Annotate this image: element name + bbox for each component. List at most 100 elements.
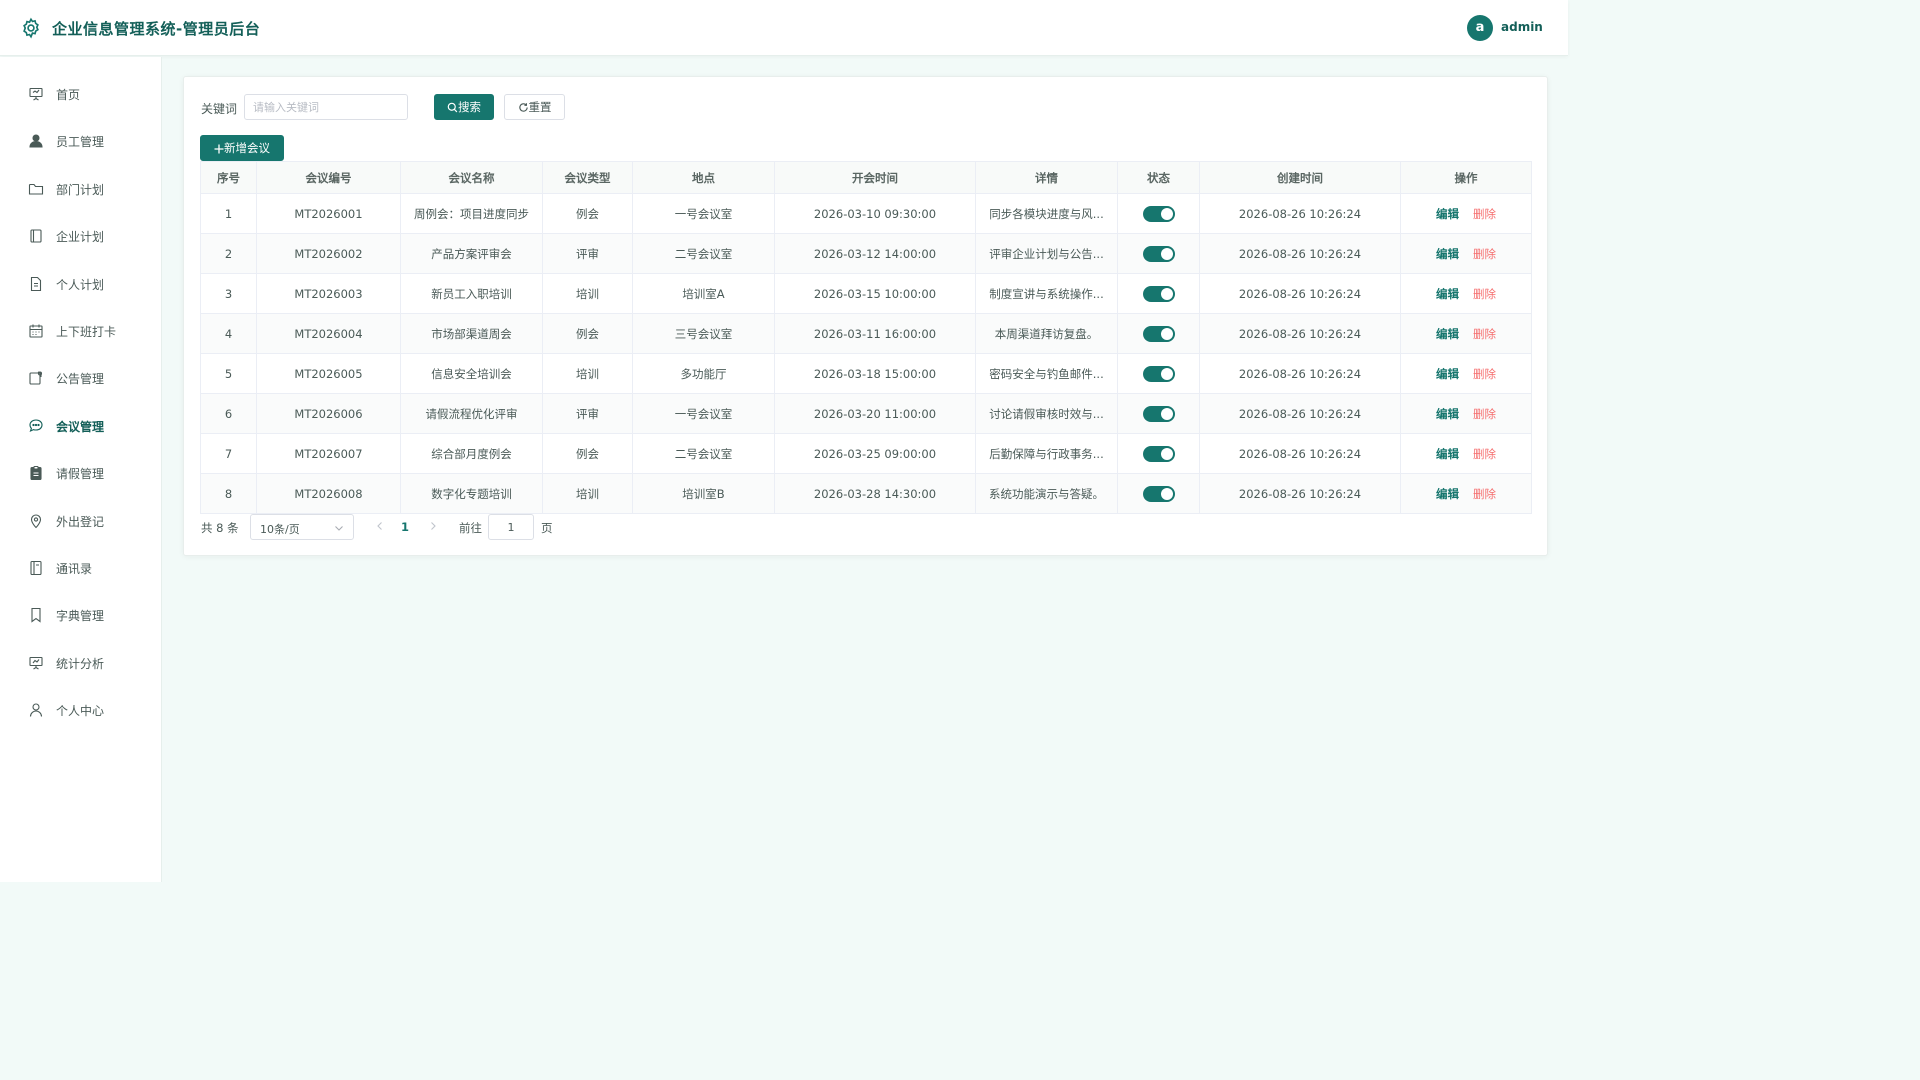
cell-location: 多功能厅: [632, 353, 775, 394]
cell-code: MT2026006: [256, 393, 401, 434]
table-row: 2 MT2026002 产品方案评审会 评审 二号会议室 2026-03-12 14:00…: [200, 233, 1532, 274]
delete-link[interactable]: 删除: [1473, 207, 1496, 221]
table-header-row: 序号 会议编号 会议名称 会议类型 地点 开会时间 详情 状态 创建时间 操作: [200, 161, 1532, 194]
add-meeting-button[interactable]: 新增会议: [200, 135, 284, 161]
avatar[interactable]: a: [1467, 15, 1493, 41]
edit-link[interactable]: 编辑: [1436, 327, 1459, 341]
sidebar-item-label: 外出登记: [56, 514, 105, 529]
cell-time: 2026-03-10 09:30:00: [774, 193, 976, 234]
status-toggle[interactable]: [1142, 205, 1175, 222]
delete-link[interactable]: 删除: [1473, 447, 1496, 461]
cell-status: [1117, 313, 1200, 354]
delete-link[interactable]: 删除: [1473, 247, 1496, 261]
status-toggle[interactable]: [1142, 325, 1175, 342]
sidebar-item-label: 请假管理: [56, 467, 105, 482]
edit-link[interactable]: 编辑: [1436, 407, 1459, 421]
delete-link[interactable]: 删除: [1473, 327, 1496, 341]
cell-location: 一号会议室: [632, 193, 775, 234]
chat-bubble-icon: [29, 419, 43, 432]
sidebar-item[interactable]: 员工管理: [0, 121, 162, 161]
reset-button[interactable]: 重置: [504, 94, 565, 120]
next-page-icon[interactable]: [427, 520, 439, 532]
chart-board-icon: [29, 656, 43, 670]
status-toggle[interactable]: [1142, 405, 1175, 422]
current-page-number[interactable]: 1: [401, 520, 409, 534]
table-row: 3 MT2026003 新员工入职培训 培训 培训室A 2026-03-15 10:00:…: [200, 273, 1532, 314]
cell-detail: 同步各模块进度与风...: [975, 193, 1118, 234]
sidebar-item[interactable]: 上下班打卡: [0, 311, 162, 351]
cell-actions: 编辑 删除: [1400, 473, 1532, 514]
sidebar-item[interactable]: 个人计划: [0, 264, 162, 304]
sidebar-item-label: 统计分析: [56, 656, 105, 671]
cell-code: MT2026003: [256, 273, 401, 314]
goto-label: 前往: [459, 521, 482, 535]
search-button[interactable]: 搜索: [434, 94, 494, 120]
plus-icon: [214, 144, 224, 154]
bookmark-icon: [31, 608, 41, 623]
sidebar-item[interactable]: 字典管理: [0, 595, 162, 635]
edit-link[interactable]: 编辑: [1436, 287, 1459, 301]
delete-link[interactable]: 删除: [1473, 407, 1496, 421]
toggle-knob: [1160, 447, 1173, 460]
sidebar-item[interactable]: 通讯录: [0, 548, 162, 588]
column-header: 会议编号: [256, 161, 401, 194]
edit-link[interactable]: 编辑: [1436, 447, 1459, 461]
toggle-knob: [1160, 327, 1173, 340]
prev-page-icon[interactable]: [374, 520, 386, 532]
meeting-table: 序号 会议编号 会议名称 会议类型 地点 开会时间 详情 状态 创建时间 操作 1 MT202600…: [200, 161, 1532, 514]
username[interactable]: admin: [1501, 20, 1543, 34]
edit-link[interactable]: 编辑: [1436, 247, 1459, 261]
edit-link[interactable]: 编辑: [1436, 487, 1459, 501]
sidebar-item[interactable]: 首页: [0, 74, 162, 114]
status-toggle[interactable]: [1142, 365, 1175, 382]
column-header: 状态: [1117, 161, 1200, 194]
cell-type: 例会: [542, 313, 633, 354]
notebook-icon: [30, 229, 42, 243]
delete-link[interactable]: 删除: [1473, 367, 1496, 381]
sidebar-item[interactable]: 外出登记: [0, 501, 162, 541]
cell-created: 2026-08-26 10:26:24: [1199, 273, 1401, 314]
delete-link[interactable]: 删除: [1473, 287, 1496, 301]
refresh-icon: [518, 103, 528, 112]
sidebar-item[interactable]: 统计分析: [0, 643, 162, 683]
sidebar-item-label: 会议管理: [56, 419, 105, 434]
cell-location: 一号会议室: [632, 393, 775, 434]
page-suffix-label: 页: [541, 521, 553, 535]
status-toggle[interactable]: [1142, 445, 1175, 462]
cell-detail: 评审企业计划与公告...: [975, 233, 1118, 274]
keyword-input[interactable]: [244, 94, 408, 120]
status-toggle[interactable]: [1142, 485, 1175, 502]
location-pin-icon: [30, 514, 42, 528]
page-size-select[interactable]: 10条/页: [250, 514, 354, 540]
cell-status: [1117, 473, 1200, 514]
cell-time: 2026-03-20 11:00:00: [774, 393, 976, 434]
status-toggle[interactable]: [1142, 245, 1175, 262]
sidebar-item[interactable]: 部门计划: [0, 169, 162, 209]
cell-location: 培训室B: [632, 473, 775, 514]
sidebar-item[interactable]: 会议管理: [0, 406, 162, 446]
document-icon: [30, 276, 42, 291]
delete-link[interactable]: 删除: [1473, 487, 1496, 501]
sidebar-item[interactable]: 请假管理: [0, 453, 162, 493]
cell-detail: 后勤保障与行政事务...: [975, 433, 1118, 474]
table-row: 6 MT2026006 请假流程优化评审 评审 一号会议室 2026-03-20 11:0…: [200, 393, 1532, 434]
cell-detail: 密码安全与钓鱼邮件...: [975, 353, 1118, 394]
cell-index: 6: [200, 393, 257, 434]
cell-code: MT2026005: [256, 353, 401, 394]
cell-time: 2026-03-11 16:00:00: [774, 313, 976, 354]
cell-status: [1117, 393, 1200, 434]
goto-page-input[interactable]: [488, 514, 534, 540]
presentation-board-icon: [29, 87, 43, 101]
cell-actions: 编辑 删除: [1400, 233, 1532, 274]
sidebar-item[interactable]: 企业计划: [0, 216, 162, 256]
sidebar-item[interactable]: 公告管理: [0, 358, 162, 398]
cell-name: 综合部月度例会: [400, 433, 543, 474]
edit-link[interactable]: 编辑: [1436, 367, 1459, 381]
status-toggle[interactable]: [1142, 285, 1175, 302]
edit-link[interactable]: 编辑: [1436, 207, 1459, 221]
cell-created: 2026-08-26 10:26:24: [1199, 353, 1401, 394]
top-header: 企业信息管理系统-管理员后台 a admin: [0, 0, 1568, 56]
cell-status: [1117, 193, 1200, 234]
sidebar-item[interactable]: 个人中心: [0, 690, 162, 730]
table-row: 7 MT2026007 综合部月度例会 例会 二号会议室 2026-03-25 09:00…: [200, 433, 1532, 474]
